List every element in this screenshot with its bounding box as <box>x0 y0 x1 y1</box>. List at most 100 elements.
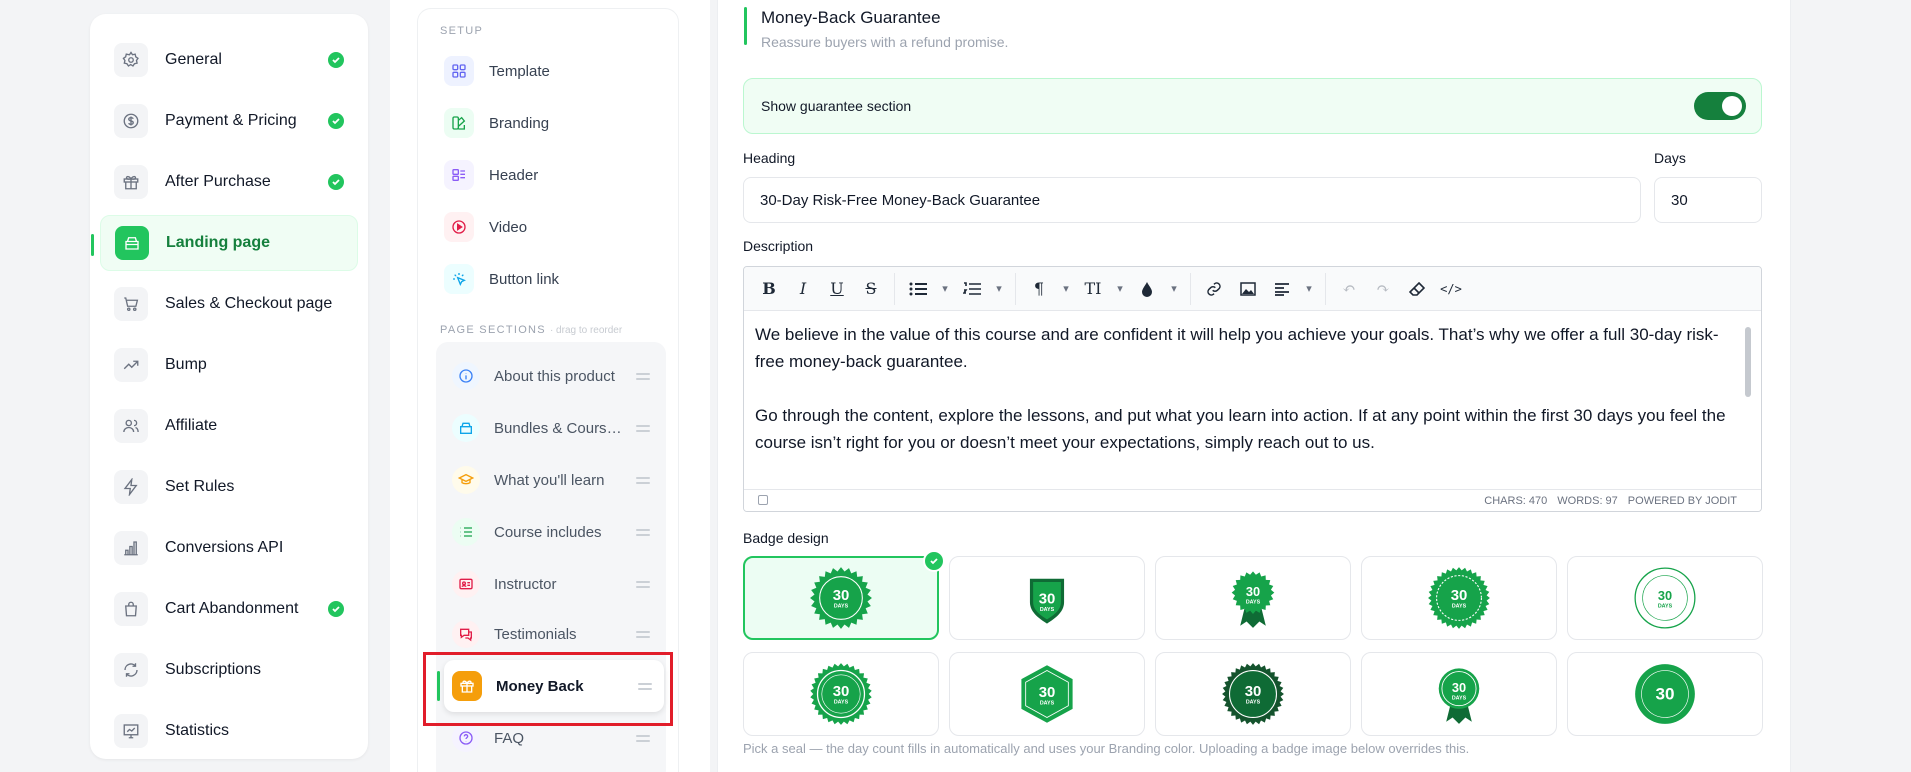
svg-text:DAYS: DAYS <box>1452 604 1467 610</box>
svg-text:30: 30 <box>1658 588 1672 603</box>
stack-icon <box>452 414 480 442</box>
drag-handle-icon[interactable] <box>636 372 650 380</box>
svg-text:DAYS: DAYS <box>1246 599 1261 605</box>
grid-icon <box>444 56 474 86</box>
section-item-instructor[interactable]: Instructor <box>444 562 664 606</box>
nav-item-statistics[interactable]: Statistics <box>100 703 358 759</box>
nav-label: Set Rules <box>165 478 235 495</box>
chevron-down-icon[interactable]: ▾ <box>935 273 955 305</box>
nav-item-bump[interactable]: Bump <box>100 337 358 393</box>
users-icon <box>114 409 148 443</box>
section-label: Bundles & Courses Included <box>494 419 624 437</box>
svg-text:30: 30 <box>1246 584 1260 599</box>
setup-item-label: Header <box>489 166 539 184</box>
setup-item-branding[interactable]: Branding <box>444 108 549 138</box>
days-input[interactable]: 30 <box>1654 177 1762 223</box>
nav-label: Conversions API <box>165 539 284 556</box>
link-icon[interactable] <box>1197 273 1231 305</box>
drag-handle-icon[interactable] <box>636 734 650 742</box>
paragraph-icon[interactable]: ¶ <box>1022 273 1056 305</box>
paint-icon <box>444 108 474 138</box>
section-item-what-youll-learn[interactable]: What you'll learn <box>444 458 664 502</box>
source-toggle-icon[interactable] <box>758 495 768 505</box>
drag-handle-icon[interactable] <box>636 528 650 536</box>
drag-handle-icon[interactable] <box>636 476 650 484</box>
image-icon[interactable] <box>1231 273 1265 305</box>
drag-handle-icon[interactable] <box>636 630 650 638</box>
section-label: Course includes <box>494 523 602 541</box>
badge-dotted-seal-option[interactable]: 30 DAYS <box>1361 556 1557 640</box>
dollar-icon <box>114 104 148 138</box>
section-item-testimonials[interactable]: Testimonials <box>444 612 664 656</box>
header-icon <box>444 160 474 190</box>
char-count: CHARS: 470 <box>1484 494 1548 507</box>
bullet-list-icon[interactable] <box>901 273 935 305</box>
badge-hexagon-option[interactable]: 30 DAYS <box>949 652 1145 736</box>
nav-item-set-rules[interactable]: Set Rules <box>100 459 358 515</box>
redo-icon[interactable]: ↷ <box>1366 273 1400 305</box>
heading-input[interactable]: 30-Day Risk-Free Money-Back Guarantee <box>743 177 1641 223</box>
badge-shield-option[interactable]: 30 DAYS <box>949 556 1145 640</box>
editor-scrollbar[interactable] <box>1745 327 1751 397</box>
color-drop-icon[interactable] <box>1130 273 1164 305</box>
drag-handle-icon[interactable] <box>636 424 650 432</box>
list-icon <box>452 518 480 546</box>
eraser-icon[interactable] <box>1400 273 1434 305</box>
nav-item-subscriptions[interactable]: Subscriptions <box>100 642 358 698</box>
bars-icon <box>114 531 148 565</box>
nav-item-cart-abandonment[interactable]: Cart Abandonment <box>100 581 358 637</box>
undo-icon[interactable]: ↶ <box>1332 273 1366 305</box>
chevron-down-icon[interactable]: ▾ <box>1164 273 1184 305</box>
svg-text:30: 30 <box>1039 590 1056 607</box>
source-code-icon[interactable]: </> <box>1434 273 1468 305</box>
font-size-icon[interactable]: TI <box>1076 273 1110 305</box>
svg-text:30: 30 <box>1245 683 1262 700</box>
chevron-down-icon[interactable]: ▾ <box>1056 273 1076 305</box>
section-item-about[interactable]: About this product <box>444 354 664 398</box>
setup-item-label: Branding <box>489 114 550 132</box>
badge-medal-option[interactable]: 30 DAYS <box>1361 652 1557 736</box>
info-icon <box>452 362 480 390</box>
chevron-down-icon[interactable]: ▾ <box>989 273 1009 305</box>
nav-item-landing-page[interactable]: Landing page <box>91 215 358 271</box>
nav-item-affiliate[interactable]: Affiliate <box>100 398 358 454</box>
nav-item-payment-pricing[interactable]: Payment & Pricing <box>100 93 358 149</box>
landing-icon <box>115 226 149 260</box>
badge-ribbon-rosette-option[interactable]: 30 DAYS <box>1155 556 1351 640</box>
cap-icon <box>452 466 480 494</box>
strikethrough-button[interactable]: S <box>854 273 888 305</box>
chevron-down-icon[interactable]: ▾ <box>1110 273 1130 305</box>
toggle-label: Show guarantee section <box>761 98 912 114</box>
chevron-down-icon[interactable]: ▾ <box>1299 273 1319 305</box>
numbered-list-icon[interactable] <box>955 273 989 305</box>
drag-hint: · drag to reorder <box>549 325 623 336</box>
setup-item-button-link[interactable]: Button link <box>444 264 559 294</box>
italic-button[interactable]: I <box>786 273 820 305</box>
svg-text:DAYS: DAYS <box>834 604 849 610</box>
nav-item-after-purchase[interactable]: After Purchase <box>100 154 358 210</box>
svg-text:DAYS: DAYS <box>1452 695 1467 701</box>
badge-dark-seal-option[interactable]: 30 DAYS <box>1155 652 1351 736</box>
check-icon <box>328 52 344 68</box>
badge-round-seal-option[interactable]: 30 <box>1567 652 1763 736</box>
align-icon[interactable] <box>1265 273 1299 305</box>
badge-scalloped-seal-option[interactable]: 30 DAYS <box>743 550 945 640</box>
section-item-bundles[interactable]: Bundles & Courses Included <box>444 406 664 450</box>
nav-item-sales-checkout[interactable]: Sales & Checkout page <box>100 276 358 332</box>
setup-item-header[interactable]: Header <box>444 160 538 190</box>
drag-handle-icon[interactable] <box>636 580 650 588</box>
underline-button[interactable]: U <box>820 273 854 305</box>
badge-double-ring-seal-option[interactable]: 30 DAYS <box>743 652 939 736</box>
nav-item-conversions-api[interactable]: Conversions API <box>100 520 358 576</box>
badge-outline-seal-option[interactable]: 30 DAYS <box>1567 556 1763 640</box>
nav-label: Affiliate <box>165 417 218 434</box>
nav-label: General <box>165 51 222 68</box>
show-guarantee-toggle[interactable] <box>1694 92 1746 120</box>
bold-button[interactable]: B <box>752 273 786 305</box>
nav-item-general[interactable]: General <box>100 32 358 88</box>
setup-item-template[interactable]: Template <box>444 56 550 86</box>
setup-item-video[interactable]: Video <box>444 212 527 242</box>
section-item-course-includes[interactable]: Course includes <box>444 510 664 554</box>
editor-content[interactable]: We believe in the value of this course a… <box>755 321 1740 491</box>
nav-label: Sales & Checkout page <box>165 295 333 312</box>
